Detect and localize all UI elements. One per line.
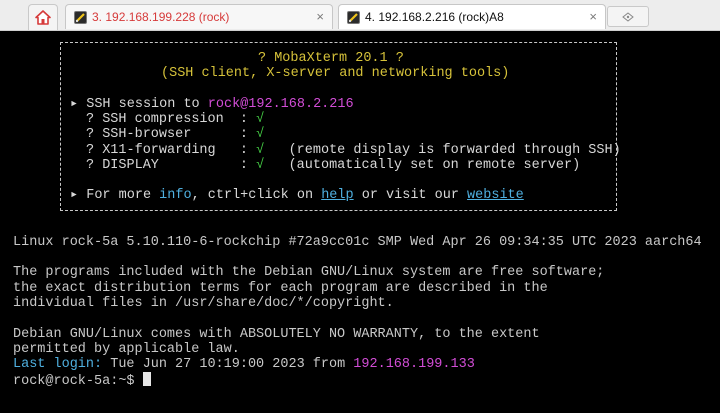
banner-title: ? MobaXterm 20.1 ? — [258, 51, 404, 66]
home-tab[interactable] — [28, 4, 58, 30]
bullet-icon: ▸ — [70, 97, 87, 112]
motd-line: the exact distribution terms for each pr… — [13, 281, 548, 296]
feature-ssh-browser: ? SSH-browser : √ — [86, 127, 265, 142]
motd-line: Debian GNU/Linux comes with ABSOLUTELY N… — [13, 327, 540, 342]
check-icon: √ — [256, 127, 265, 142]
motd-line: The programs included with the Debian GN… — [13, 265, 605, 280]
home-icon — [35, 10, 51, 25]
motd-line: permitted by applicable law. — [13, 342, 240, 357]
website-link[interactable]: website — [467, 188, 524, 203]
info-link[interactable]: info — [159, 188, 191, 203]
help-link[interactable]: help — [321, 188, 353, 203]
cursor — [142, 372, 151, 386]
tab-bar: 3. 192.168.199.228 (rock) × 4. 192.168.2… — [0, 0, 720, 31]
feature-display: ? DISPLAY : √ (automatically set on remo… — [86, 158, 581, 173]
check-icon: √ — [256, 143, 265, 158]
session-user: rock — [207, 97, 241, 112]
shell-prompt: rock@rock-5a:~$ — [13, 374, 135, 389]
tab-session-4[interactable]: 4. 192.168.2.216 (rock)A8 × — [338, 4, 606, 29]
ssh-session-icon — [74, 10, 87, 24]
close-icon[interactable]: × — [589, 9, 597, 25]
more-info-line: ▸ For more info, ctrl+click on help or v… — [70, 188, 524, 203]
bullet-icon: ▸ — [70, 188, 87, 203]
check-icon: √ — [256, 112, 265, 127]
banner-subtitle: (SSH client, X-server and networking too… — [161, 66, 510, 81]
last-login-label: Last login: — [13, 357, 103, 372]
feature-x11-forwarding: ? X11-forwarding : √ (remote display is … — [86, 143, 621, 158]
last-login-line: Last login: Tue Jun 27 10:19:00 2023 fro… — [13, 357, 475, 372]
terminal[interactable]: ? MobaXterm 20.1 ? (SSH client, X-server… — [0, 31, 720, 413]
feature-ssh-compression: ? SSH compression : √ — [86, 112, 265, 127]
new-tab-button[interactable] — [607, 6, 649, 27]
close-icon[interactable]: × — [316, 9, 324, 25]
last-login-ip: 192.168.199.133 — [353, 357, 475, 372]
check-icon: √ — [256, 158, 265, 173]
ssh-session-icon — [347, 10, 360, 24]
new-tab-icon — [622, 11, 634, 22]
prompt-line[interactable]: rock@rock-5a:~$ — [13, 372, 151, 389]
session-line: ▸ SSH session to rock@192.168.2.216 — [70, 97, 354, 112]
tab-label: 4. 192.168.2.216 (rock)A8 — [365, 10, 504, 24]
uname-line: Linux rock-5a 5.10.110-6-rockchip #72a9c… — [13, 235, 702, 250]
motd-line: individual files in /usr/share/doc/*/cop… — [13, 296, 394, 311]
tab-session-3[interactable]: 3. 192.168.199.228 (rock) × — [65, 4, 333, 29]
tab-label: 3. 192.168.199.228 (rock) — [92, 10, 230, 24]
session-host: @192.168.2.216 — [240, 97, 354, 112]
